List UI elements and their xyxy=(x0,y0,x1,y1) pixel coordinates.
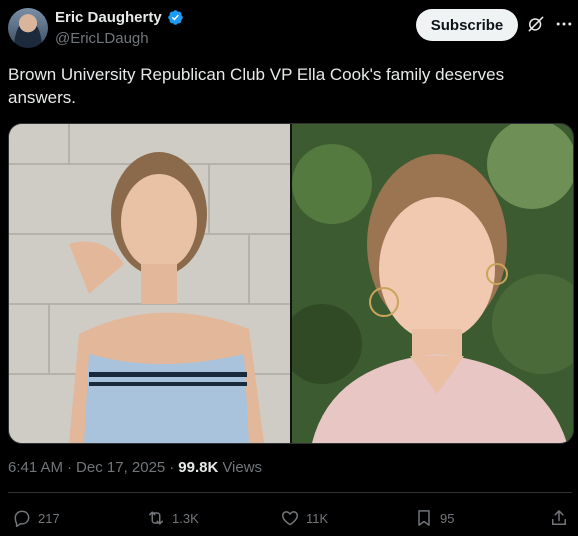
photo-right[interactable] xyxy=(292,124,573,443)
repost-icon xyxy=(149,511,163,525)
bookmark-button[interactable]: 95 xyxy=(414,508,454,528)
subscribe-button[interactable]: Subscribe xyxy=(416,9,518,41)
photo-left[interactable] xyxy=(9,124,290,443)
reply-button[interactable]: 217 xyxy=(12,508,60,528)
tweet-meta: 6:41 AM · Dec 17, 2025 · 99.8K Views xyxy=(8,459,262,476)
grok-icon[interactable] xyxy=(526,14,546,34)
avatar[interactable] xyxy=(8,8,48,48)
views-label: Views xyxy=(222,459,263,476)
tweet-date[interactable]: Dec 17, 2025 xyxy=(76,459,165,476)
bookmark-icon xyxy=(418,510,430,526)
meta-separator: · xyxy=(67,459,73,476)
author-handle[interactable]: @EricLDaugh xyxy=(55,30,149,47)
share-icon[interactable] xyxy=(549,508,569,528)
reply-count: 217 xyxy=(38,510,60,526)
media-grid[interactable] xyxy=(8,123,574,444)
tweet-time[interactable]: 6:41 AM xyxy=(8,459,63,476)
repost-count: 1.3K xyxy=(172,510,199,526)
tweet-text: Brown University Republican Club VP Ella… xyxy=(8,65,505,107)
tweet-card: Eric Daugherty @EricLDaugh Subscribe Bro… xyxy=(0,0,578,536)
more-icon[interactable] xyxy=(554,14,574,34)
verified-badge-icon xyxy=(167,10,183,25)
photo-right-image xyxy=(292,124,573,443)
meta-separator: · xyxy=(169,459,175,476)
repost-button[interactable]: 1.3K xyxy=(146,508,199,528)
bookmark-count: 95 xyxy=(440,510,455,526)
views-count: 99.8K xyxy=(178,459,219,476)
photo-left-image xyxy=(9,124,290,443)
like-count: 11K xyxy=(306,510,329,526)
like-icon xyxy=(281,511,299,526)
reply-icon xyxy=(14,510,30,528)
like-button[interactable]: 11K xyxy=(280,508,328,528)
author-name[interactable]: Eric Daugherty xyxy=(55,9,162,26)
author-name-row[interactable]: Eric Daugherty xyxy=(55,9,184,26)
divider xyxy=(8,492,572,493)
